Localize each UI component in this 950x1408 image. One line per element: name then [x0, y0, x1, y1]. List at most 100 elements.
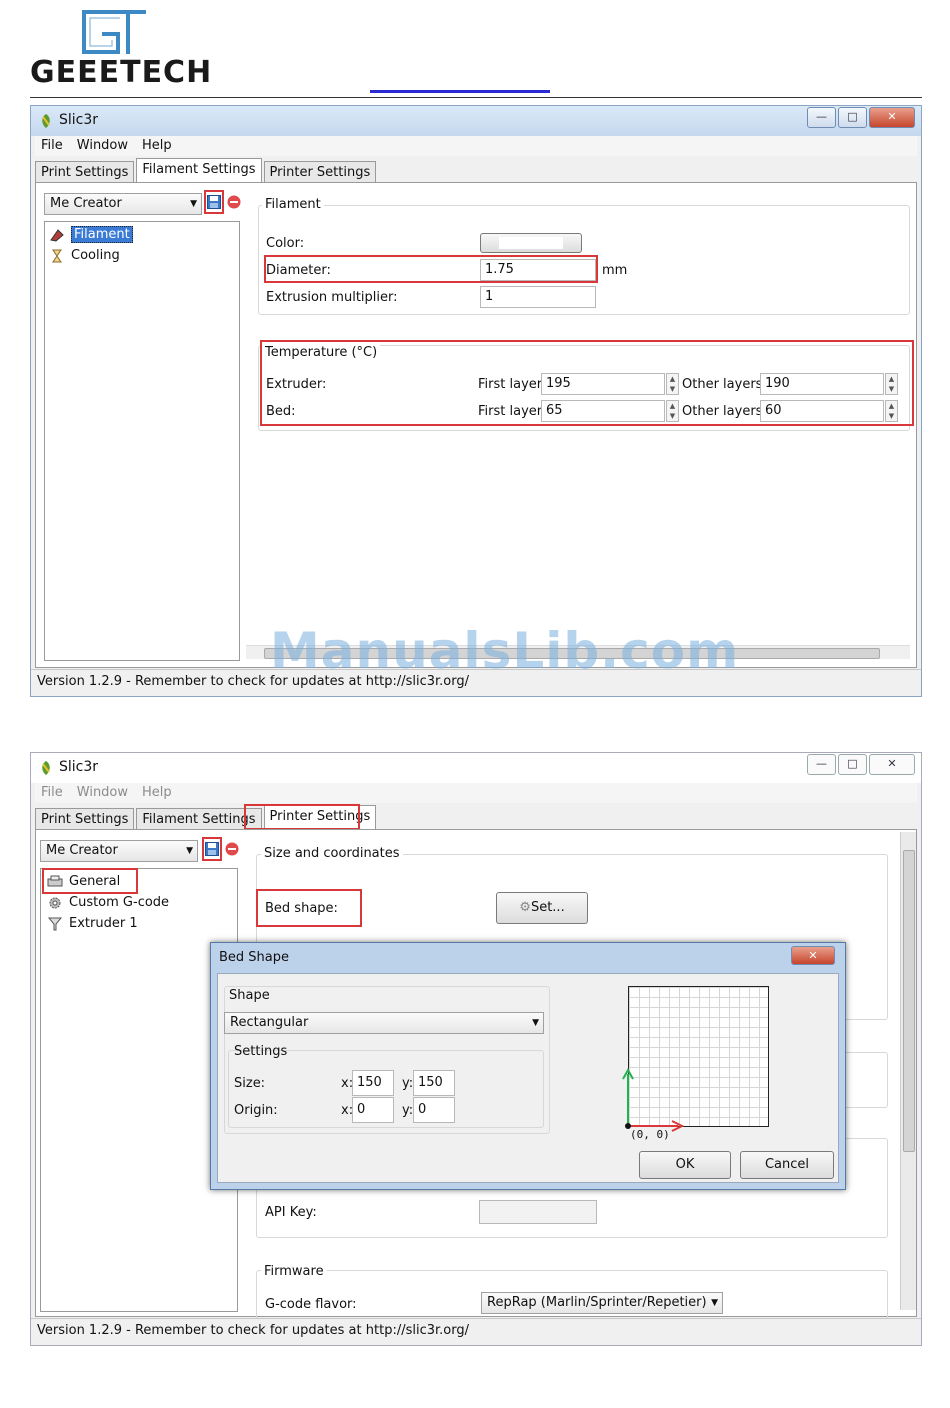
- api-key-label: API Key:: [265, 1205, 317, 1220]
- menu-file[interactable]: File: [41, 783, 63, 803]
- chevron-down-icon: ▼: [190, 199, 197, 209]
- minimize-button[interactable]: —: [807, 107, 836, 128]
- dialog-body: Shape Rectangular ▼ Settings Size: x: 15…: [217, 973, 839, 1183]
- size-y-input[interactable]: 150: [413, 1070, 455, 1096]
- tree-item-label: Custom G-code: [69, 895, 170, 910]
- chevron-down-icon: ▼: [532, 1018, 539, 1028]
- color-swatch: [499, 237, 563, 249]
- slic3r-window-filament: Slic3r — □ ✕ File Window Help Print Sett…: [30, 105, 922, 697]
- tab-printer-settings[interactable]: Printer Settings: [263, 161, 377, 183]
- header-link-underline[interactable]: [370, 90, 550, 93]
- tree-item-filament[interactable]: Filament: [49, 226, 133, 244]
- status-bar: Version 1.2.9 - Remember to check for up…: [31, 1318, 921, 1345]
- spool-icon: [50, 228, 64, 242]
- save-preset-icon[interactable]: [207, 195, 221, 209]
- close-button[interactable]: ✕: [869, 754, 915, 775]
- filament-group-title: Filament: [262, 197, 324, 212]
- extrusion-multiplier-label: Extrusion multiplier:: [266, 290, 398, 305]
- slic3r-logo-icon: [42, 114, 50, 128]
- temperature-highlight: [260, 340, 914, 426]
- tab-filament-settings[interactable]: Filament Settings: [136, 158, 262, 183]
- dialog-title: Bed Shape: [219, 950, 290, 965]
- tree-item-custom-gcode[interactable]: Custom G-code: [47, 894, 169, 912]
- title-bar[interactable]: Slic3r — □ ✕: [31, 753, 921, 783]
- window-title: Slic3r: [59, 759, 99, 775]
- maximize-button[interactable]: □: [838, 754, 867, 775]
- shape-value: Rectangular: [230, 1015, 309, 1030]
- page-tree: Filament Cooling: [44, 221, 240, 661]
- menu-bar: File Window Help: [35, 136, 917, 156]
- brand-name: GEEETECH: [30, 55, 213, 90]
- size-coordinates-title: Size and coordinates: [261, 846, 403, 861]
- cancel-button[interactable]: Cancel: [740, 1151, 834, 1179]
- shape-group-title: Shape: [229, 988, 270, 1003]
- scrollbar-thumb[interactable]: [903, 850, 915, 1152]
- watermark: ManualsLib.com: [270, 622, 740, 680]
- menu-help[interactable]: Help: [142, 136, 172, 156]
- tab-print-settings[interactable]: Print Settings: [35, 161, 135, 183]
- gcode-flavor-select[interactable]: RepRap (Marlin/Sprinter/Repetier) ▼: [481, 1292, 723, 1314]
- color-label: Color:: [266, 236, 305, 251]
- menu-window[interactable]: Window: [77, 136, 128, 156]
- menu-bar: File Window Help: [35, 783, 917, 803]
- general-item-highlight: [42, 868, 138, 894]
- preset-select[interactable]: Me Creator ▼: [40, 840, 198, 862]
- settings-group-title: Settings: [234, 1044, 288, 1059]
- tab-print-settings[interactable]: Print Settings: [35, 808, 135, 830]
- funnel-icon: [47, 917, 63, 930]
- origin-x-input[interactable]: 0: [352, 1097, 394, 1123]
- chevron-down-icon: ▼: [186, 846, 193, 856]
- size-y-label: y:: [402, 1076, 414, 1091]
- maximize-button[interactable]: □: [838, 107, 867, 128]
- close-button[interactable]: ✕: [869, 107, 915, 128]
- geeetech-logo-mark: [82, 10, 146, 54]
- delete-preset-icon[interactable]: [225, 842, 239, 856]
- minimize-button[interactable]: —: [807, 754, 836, 775]
- ok-button[interactable]: OK: [639, 1151, 731, 1179]
- printer-settings-tab-highlight: [244, 804, 360, 830]
- title-bar[interactable]: Slic3r — □ ✕: [31, 106, 921, 136]
- hourglass-icon: [52, 249, 62, 262]
- tree-item-label: Cooling: [71, 248, 120, 263]
- page-tree: General Custom G-code Extruder 1: [40, 868, 238, 1312]
- origin-caption: (0, 0): [630, 1128, 670, 1141]
- color-picker-button[interactable]: [480, 233, 582, 253]
- firmware-group-title: Firmware: [261, 1264, 327, 1279]
- extrusion-multiplier-input[interactable]: 1: [480, 286, 596, 308]
- gcode-flavor-label: G-code flavor:: [265, 1297, 357, 1312]
- origin-label: Origin:: [234, 1103, 278, 1118]
- tab-filament-settings[interactable]: Filament Settings: [136, 808, 262, 830]
- size-x-input[interactable]: 150: [352, 1070, 394, 1096]
- cog-icon: [49, 897, 61, 908]
- diameter-highlight: [264, 255, 598, 283]
- tab-bar: Print Settings Filament Settings Printer…: [35, 158, 378, 183]
- bed-axes: [622, 1067, 685, 1132]
- tree-item-cooling[interactable]: Cooling: [49, 247, 120, 265]
- settings-gear-icon: ⚙: [519, 900, 531, 915]
- origin-y-label: y:: [402, 1103, 414, 1118]
- delete-preset-icon[interactable]: [227, 195, 241, 209]
- menu-file[interactable]: File: [41, 136, 63, 156]
- bed-shape-dialog: Bed Shape ✕ Shape Rectangular ▼ Settings…: [210, 942, 846, 1190]
- bed-shape-set-button[interactable]: ⚙Set...: [496, 892, 588, 924]
- window-title: Slic3r: [59, 112, 99, 128]
- dialog-close-button[interactable]: ✕: [791, 946, 835, 965]
- tree-item-label: Filament: [71, 226, 133, 243]
- save-preset-icon[interactable]: [205, 842, 219, 856]
- diameter-unit: mm: [602, 263, 628, 278]
- vertical-scrollbar[interactable]: [900, 832, 916, 1310]
- menu-window[interactable]: Window: [77, 783, 128, 803]
- chevron-down-icon: ▼: [711, 1298, 718, 1308]
- shape-select[interactable]: Rectangular ▼: [224, 1012, 544, 1034]
- header-divider: [30, 97, 922, 98]
- api-key-input[interactable]: [479, 1200, 597, 1224]
- menu-help[interactable]: Help: [142, 783, 172, 803]
- bed-shape-highlight: [256, 889, 362, 927]
- tree-item-label: Extruder 1: [69, 916, 138, 931]
- origin-y-input[interactable]: 0: [413, 1097, 455, 1123]
- set-button-label: Set...: [530, 900, 565, 915]
- tree-item-extruder-1[interactable]: Extruder 1: [47, 915, 138, 933]
- size-label: Size:: [234, 1076, 266, 1091]
- gcode-flavor-value: RepRap (Marlin/Sprinter/Repetier): [487, 1295, 707, 1310]
- preset-select[interactable]: Me Creator ▼: [44, 193, 202, 215]
